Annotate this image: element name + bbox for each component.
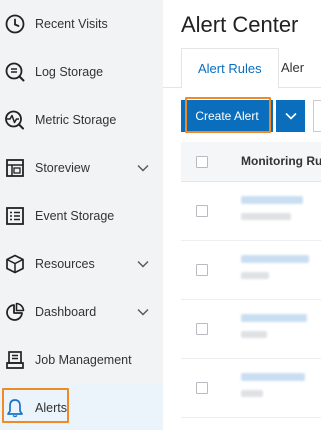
sidebar: Recent Visits Log Storage Metric Storage… [0, 0, 163, 430]
chevron-down-icon[interactable] [136, 258, 150, 270]
sidebar-item-label: Dashboard [35, 305, 97, 319]
sidebar-item-label: Log Storage [35, 65, 104, 79]
event-list-icon [4, 205, 26, 227]
sidebar-item-label: Event Storage [35, 209, 115, 223]
sidebar-item-label: Alerts [35, 401, 67, 415]
toolbar-button-partial[interactable] [313, 100, 321, 132]
row-checkbox[interactable] [196, 382, 208, 394]
rule-name-link[interactable] [241, 314, 307, 322]
sidebar-item-label: Storeview [35, 161, 90, 175]
chevron-down-icon[interactable] [136, 306, 150, 318]
log-search-icon [4, 61, 26, 83]
table-row[interactable] [181, 183, 321, 241]
rule-id-text [241, 213, 291, 220]
bell-icon [4, 397, 26, 419]
rule-id-text [241, 390, 263, 397]
rule-name-link[interactable] [241, 373, 305, 381]
tab-alert-secondary[interactable]: Aler [281, 48, 304, 88]
cube-icon [4, 253, 26, 275]
sidebar-item-label: Resources [35, 257, 95, 271]
clock-icon [4, 13, 26, 35]
sidebar-item-dashboard[interactable]: Dashboard [0, 288, 163, 336]
metric-icon [4, 109, 26, 131]
row-checkbox[interactable] [196, 323, 208, 335]
chevron-down-icon [284, 112, 297, 120]
storeview-icon [4, 157, 26, 179]
rule-id-text [241, 272, 269, 279]
row-checkbox[interactable] [196, 264, 208, 276]
table-header: Monitoring Ru [181, 142, 321, 182]
row-checkbox[interactable] [196, 205, 208, 217]
table-row[interactable] [181, 242, 321, 300]
sidebar-item-label: Recent Visits [35, 17, 108, 31]
create-alert-button[interactable]: Create Alert [181, 100, 273, 132]
sidebar-item-resources[interactable]: Resources [0, 240, 163, 288]
select-all-checkbox[interactable] [196, 156, 208, 168]
page-title: Alert Center [181, 12, 299, 37]
tab-alert-rules[interactable]: Alert Rules [181, 48, 279, 89]
sidebar-item-alerts[interactable]: Alerts [0, 384, 163, 430]
tab-bar: Alert Rules Aler [163, 48, 321, 89]
sidebar-item-label: Job Management [35, 353, 132, 367]
sidebar-item-label: Metric Storage [35, 113, 117, 127]
rule-name-link[interactable] [241, 196, 303, 204]
job-icon [4, 349, 26, 371]
rule-name-link[interactable] [241, 255, 309, 263]
sidebar-item-recent-visits[interactable]: Recent Visits [0, 0, 163, 48]
sidebar-item-storeview[interactable]: Storeview [0, 144, 163, 192]
pie-chart-icon [4, 301, 26, 323]
sidebar-item-event-storage[interactable]: Event Storage [0, 192, 163, 240]
sidebar-item-job-management[interactable]: Job Management [0, 336, 163, 384]
table-row[interactable] [181, 360, 321, 418]
chevron-down-icon[interactable] [136, 162, 150, 174]
main-content: Alert Center Alert Rules Aler Create Ale… [163, 0, 321, 430]
rule-id-text [241, 331, 267, 338]
table-row[interactable] [181, 301, 321, 359]
sidebar-item-metric-storage[interactable]: Metric Storage [0, 96, 163, 144]
column-header-monitoring-rule: Monitoring Ru [241, 154, 321, 168]
create-alert-dropdown-button[interactable] [276, 100, 305, 132]
sidebar-item-log-storage[interactable]: Log Storage [0, 48, 163, 96]
